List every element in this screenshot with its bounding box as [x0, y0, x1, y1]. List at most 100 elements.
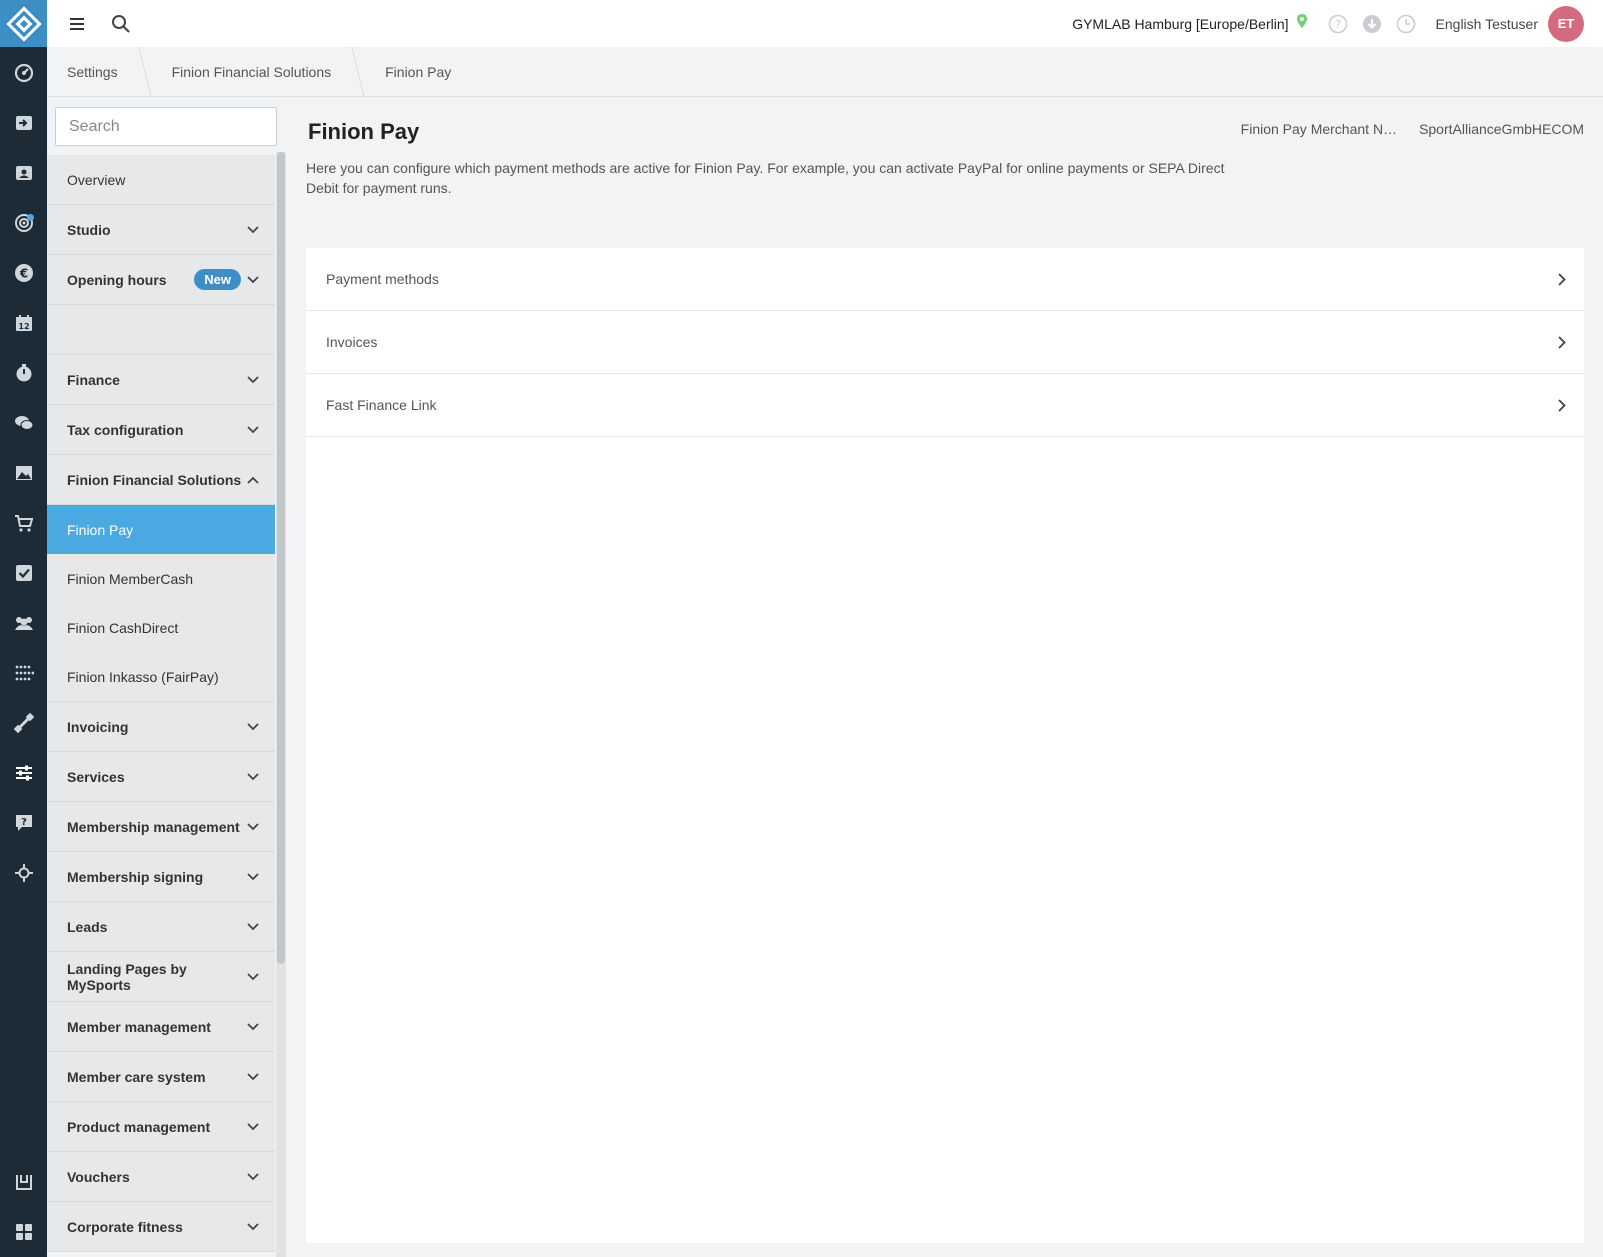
svg-text:?: ?: [21, 817, 27, 828]
sidebar-scrollbar[interactable]: [276, 152, 286, 1257]
breadcrumb: Settings Finion Financial Solutions Fini…: [47, 47, 1603, 97]
settings-sliders-icon[interactable]: [0, 748, 47, 798]
studio-selector[interactable]: GYMLAB Hamburg [Europe/Berlin]: [1072, 16, 1288, 32]
equipment-icon[interactable]: [0, 698, 47, 748]
apps-icon[interactable]: [0, 1207, 47, 1257]
sidebar-item-label: Corporate fitness: [67, 1218, 183, 1235]
help-icon[interactable]: ?: [0, 798, 47, 848]
chevron-down-icon: [247, 425, 259, 434]
merchant-label: Finion Pay Merchant N…: [1240, 121, 1398, 137]
logo-icon: [5, 5, 42, 42]
integration-icon[interactable]: [0, 848, 47, 898]
check-in-icon[interactable]: [0, 98, 47, 148]
row-label: Payment methods: [326, 271, 439, 287]
sidebar-item-invoicing[interactable]: Invoicing: [47, 702, 275, 752]
euro-icon[interactable]: €: [0, 248, 47, 298]
calendar-icon[interactable]: 12: [0, 298, 47, 348]
sidebar-item-finion-pay[interactable]: Finion Pay: [47, 505, 275, 554]
sidebar-item-member-management[interactable]: Member management: [47, 1002, 275, 1052]
network-icon[interactable]: [0, 648, 47, 698]
shop-icon[interactable]: [0, 1157, 47, 1207]
sidebar-item-overview[interactable]: Overview: [47, 155, 275, 205]
breadcrumb-item-settings[interactable]: Settings: [47, 47, 138, 96]
download-icon[interactable]: [1362, 14, 1382, 34]
row-fast-finance-link[interactable]: Fast Finance Link: [306, 374, 1584, 437]
breadcrumb-separator: [351, 47, 365, 97]
user-name[interactable]: English Testuser: [1436, 16, 1538, 32]
help-circle-icon[interactable]: ?: [1328, 14, 1348, 34]
search-icon[interactable]: [107, 10, 135, 38]
row-invoices[interactable]: Invoices: [306, 311, 1584, 374]
sidebar-item-label: Product management: [67, 1118, 211, 1135]
chevron-down-icon: [247, 872, 259, 881]
sidebar-item-corporate-fitness[interactable]: Corporate fitness: [47, 1202, 275, 1252]
sidebar-item-studio[interactable]: Studio: [47, 205, 275, 255]
chat-icon[interactable]: [0, 398, 47, 448]
top-bar: GYMLAB Hamburg [Europe/Berlin] ? English…: [47, 0, 1603, 47]
contacts-icon[interactable]: [0, 148, 47, 198]
row-payment-methods[interactable]: Payment methods: [306, 248, 1584, 311]
avatar[interactable]: ET: [1548, 5, 1584, 42]
target-icon[interactable]: [0, 198, 47, 248]
page-title: Finion Pay: [308, 119, 420, 144]
breadcrumb-item-finion-pay[interactable]: Finion Pay: [365, 47, 471, 96]
sidebar-item-vouchers[interactable]: Vouchers: [47, 1152, 275, 1202]
svg-text:12: 12: [18, 322, 29, 331]
task-icon[interactable]: [0, 548, 47, 598]
timer-icon[interactable]: [0, 348, 47, 398]
app-logo[interactable]: [0, 0, 47, 47]
sidebar-item-finion-financial-solutions[interactable]: Finion Financial Solutions: [47, 455, 275, 505]
sidebar-item-finion-inkasso[interactable]: Finion Inkasso (FairPay): [47, 652, 275, 702]
dashboard-icon[interactable]: [0, 48, 47, 98]
sidebar-item-label: Studio: [67, 221, 111, 238]
menu-icon[interactable]: [63, 10, 91, 38]
sidebar-item-finion-membercash[interactable]: Finion MemberCash: [47, 554, 275, 603]
breadcrumb-item-finion-financial-solutions[interactable]: Finion Financial Solutions: [152, 47, 352, 96]
settings-sidebar: Search Overview Studio Opening hours New…: [47, 97, 287, 1257]
sidebar-item-label: Finion Inkasso (FairPay): [67, 668, 219, 685]
sidebar-item-leads[interactable]: Leads: [47, 902, 275, 952]
chevron-up-icon: [247, 476, 259, 484]
chevron-down-icon: [247, 1122, 259, 1131]
sidebar-item-label: Member management: [67, 1018, 211, 1035]
chevron-down-icon: [247, 1022, 259, 1031]
sidebar-item-membership-signing[interactable]: Membership signing: [47, 852, 275, 902]
chevron-down-icon: [247, 822, 259, 831]
sidebar-item-landing-pages[interactable]: Landing Pages by MySports: [47, 952, 275, 1002]
sidebar-item-label: Leads: [67, 918, 108, 935]
scrollbar-thumb[interactable]: [277, 152, 285, 964]
sidebar-item-label: Overview: [67, 171, 126, 188]
group-icon[interactable]: [0, 598, 47, 648]
sidebar-item-label: Finion MemberCash: [67, 570, 194, 587]
chevron-down-icon: [247, 1222, 259, 1231]
app-rail: € 12 ?: [0, 0, 47, 1257]
sidebar-item-opening-hours[interactable]: Opening hours New: [47, 255, 275, 305]
image-icon[interactable]: [0, 448, 47, 498]
main-content: Finion Pay Finion Pay Merchant N… SportA…: [287, 97, 1603, 1257]
merchant-info: Finion Pay Merchant N… SportAllianceGmbH…: [1241, 121, 1584, 137]
sidebar-item-product-management[interactable]: Product management: [47, 1102, 275, 1152]
sidebar-item-label: Landing Pages by MySports: [67, 960, 187, 993]
chevron-right-icon: [1558, 398, 1566, 412]
sidebar-item-tax-configuration[interactable]: Tax configuration: [47, 405, 275, 455]
search-input[interactable]: Search: [55, 107, 277, 146]
sidebar-item-label: Opening hours: [67, 271, 167, 288]
sidebar-item-label: Membership management: [67, 818, 240, 835]
sidebar-item-label: Member care system: [67, 1068, 206, 1085]
sidebar-item-membership-management[interactable]: Membership management: [47, 802, 275, 852]
sidebar-item-finion-cashdirect[interactable]: Finion CashDirect: [47, 603, 275, 652]
chevron-down-icon: [247, 375, 259, 384]
settings-nav: Overview Studio Opening hours New Financ…: [47, 155, 275, 1252]
sidebar-item-finance[interactable]: Finance: [47, 355, 275, 405]
sidebar-item-services[interactable]: Services: [47, 752, 275, 802]
location-pin-icon: [1296, 13, 1308, 34]
notification-dot: [27, 214, 34, 221]
chevron-down-icon: [247, 772, 259, 781]
row-label: Invoices: [326, 334, 378, 350]
sidebar-item-member-care-system[interactable]: Member care system: [47, 1052, 275, 1102]
breadcrumb-separator: [138, 47, 152, 97]
cart-icon[interactable]: [0, 498, 47, 548]
chevron-down-icon: [247, 1172, 259, 1181]
clock-icon[interactable]: [1396, 14, 1416, 34]
page-description: Here you can configure which payment met…: [306, 160, 1225, 196]
